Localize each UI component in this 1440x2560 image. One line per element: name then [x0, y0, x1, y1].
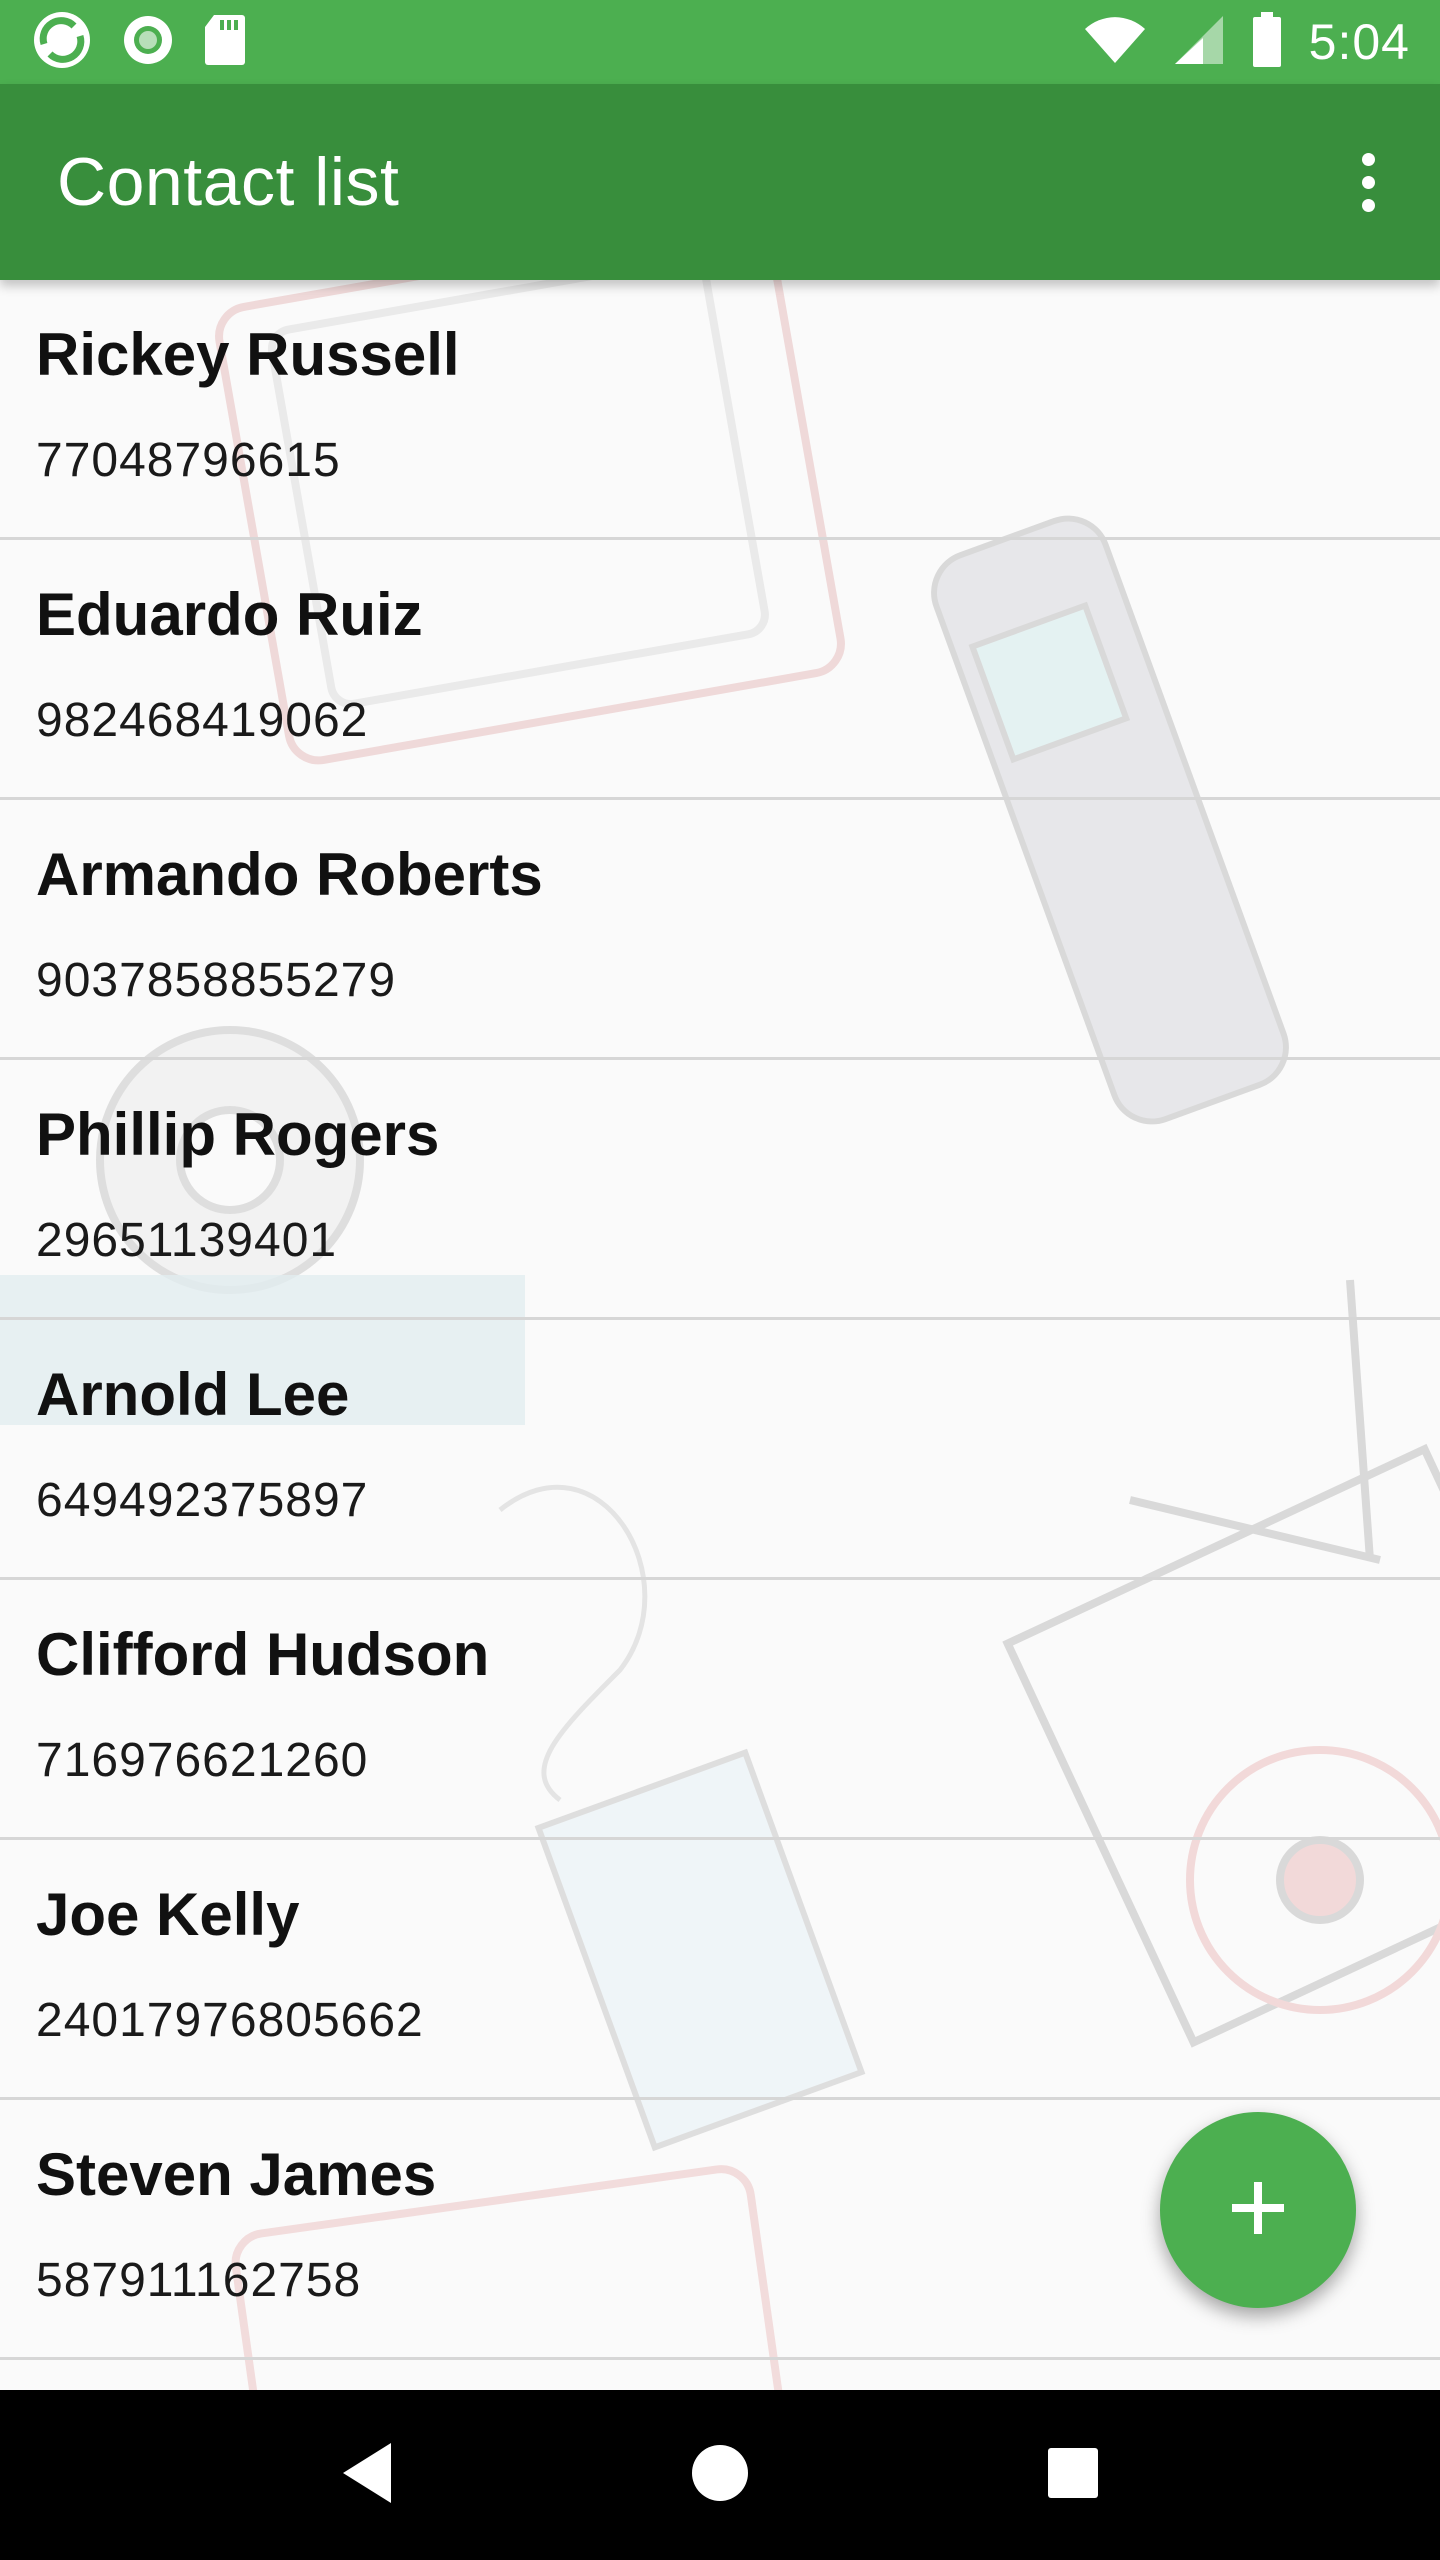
- cell-signal-icon: [1173, 14, 1225, 71]
- add-icon: [1230, 2180, 1286, 2241]
- contact-phone: 24017976805662: [36, 1994, 424, 2047]
- more-vert-icon-dot: [1361, 175, 1375, 189]
- sync-icon: [30, 8, 94, 77]
- status-bar: 5:04: [0, 0, 1440, 84]
- record-icon: [120, 12, 176, 73]
- status-left: [30, 8, 246, 77]
- contact-phone: 77048796615: [36, 434, 341, 487]
- recents-button[interactable]: [1013, 2415, 1133, 2535]
- back-button[interactable]: [307, 2415, 427, 2535]
- contact-name: Joe Kelly: [36, 1881, 300, 1948]
- list-item[interactable]: Arnold Lee 649492375897: [0, 1320, 1440, 1580]
- battery-icon: [1251, 11, 1283, 73]
- home-icon: [690, 2443, 750, 2508]
- contact-phone: 716976621260: [36, 1734, 369, 1787]
- navigation-bar: [0, 2390, 1440, 2560]
- more-vert-icon-dot: [1361, 152, 1375, 166]
- contact-name: Eduardo Ruiz: [36, 581, 423, 648]
- recents-icon: [1046, 2446, 1100, 2505]
- wifi-icon: [1083, 15, 1147, 70]
- contact-name: Armando Roberts: [36, 841, 543, 908]
- contact-phone: 9037858855279: [36, 954, 397, 1007]
- contact-phone: 982468419062: [36, 694, 369, 747]
- back-icon: [339, 2441, 395, 2510]
- app-bar: Contact list: [0, 84, 1440, 280]
- contact-phone: 29651139401: [36, 1214, 338, 1267]
- contact-name: Rickey Russell: [36, 321, 460, 388]
- list-item[interactable]: Armando Roberts 9037858855279: [0, 800, 1440, 1060]
- home-button[interactable]: [660, 2415, 780, 2535]
- sd-card-icon: [202, 13, 246, 72]
- screen: 5:04 Contact list Rickey Russell 7704879…: [0, 0, 1440, 2560]
- more-vert-icon-dot: [1361, 198, 1375, 212]
- content-area: Rickey Russell 77048796615 Eduardo Ruiz …: [0, 280, 1440, 2390]
- more-options-button[interactable]: [1326, 122, 1410, 242]
- contact-phone: 649492375897: [36, 1474, 369, 1527]
- status-time: 5:04: [1308, 14, 1410, 70]
- contact-name: Phillip Rogers: [36, 1101, 440, 1168]
- list-item[interactable]: Phillip Rogers 29651139401: [0, 1060, 1440, 1320]
- page-title: Contact list: [57, 144, 400, 220]
- list-item[interactable]: Eduardo Ruiz 982468419062: [0, 540, 1440, 800]
- contact-name: Arnold Lee: [36, 1361, 350, 1428]
- list-item[interactable]: Joe Kelly 24017976805662: [0, 1840, 1440, 2100]
- add-contact-button[interactable]: [1160, 2112, 1356, 2308]
- list-item[interactable]: Clifford Hudson 716976621260: [0, 1580, 1440, 1840]
- list-item[interactable]: Rickey Russell 77048796615: [0, 280, 1440, 540]
- status-right: 5:04: [1083, 11, 1410, 73]
- contact-list: Rickey Russell 77048796615 Eduardo Ruiz …: [0, 280, 1440, 2390]
- contact-name: Clifford Hudson: [36, 1621, 490, 1688]
